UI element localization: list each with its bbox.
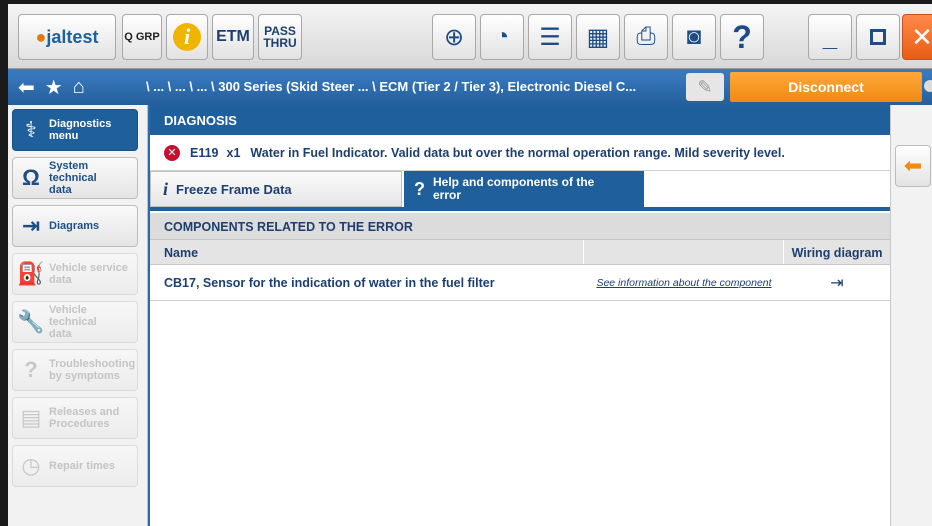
connector-icon: ⇥ [21,213,41,238]
globe-button[interactable]: ⊕ [432,14,476,60]
close-icon: ✕ [911,21,932,52]
sidebar-item-vehicle-technical-data[interactable]: 🔧 Vehicle technical data [12,301,138,343]
column-header-wiring-diagram: Wiring diagram [791,246,883,260]
tools-button[interactable]: ◔ [480,14,524,60]
stopwatch-icon: ◷ [21,453,41,478]
minimize-icon: _ [822,21,838,52]
sidebar-item-diagnostics-menu[interactable]: ⚕ Diagnostics menu [12,109,138,151]
disconnect-button[interactable]: Disconnect [730,72,922,102]
back-arrow-icon: ⬅ [903,153,923,178]
sidebar-item-label: Vehicle technical data [49,304,97,340]
wiring-diagram-icon[interactable]: ⇥ [784,273,890,293]
info-button[interactable]: i [166,14,208,60]
screenshot-button[interactable]: ◙ [672,14,716,60]
main-panel: DIAGNOSIS ✕ E119 x1 Water in Fuel Indica… [150,105,890,526]
component-info-link[interactable]: See information about the component [584,277,784,289]
wrench-icon: 🔧 [17,309,45,334]
sidebar-item-label: System technical data [49,160,97,196]
column-header-info [584,240,784,264]
home-icon[interactable]: ⌂ [73,76,85,99]
calculator-button[interactable]: ▦ [576,14,620,60]
camera-icon: ◙ [686,23,702,50]
error-row: ✕ E119 x1 Water in Fuel Indicator. Valid… [150,135,890,171]
info-icon: i [173,23,201,51]
sidebar-item-vehicle-service-data[interactable]: ⛽ Vehicle service data [12,253,138,295]
edit-icon[interactable]: ✎ [686,73,724,101]
sidebar-item-troubleshooting[interactable]: ? Troubleshooting by symptoms [12,349,138,391]
etm-label: ETM [216,28,250,45]
info-icon: i [163,178,169,199]
minimize-button[interactable]: _ [808,14,852,60]
table-row[interactable]: CB17, Sensor for the indication of water… [150,265,890,301]
error-icon: ✕ [164,144,180,161]
sidebar-item-label: Troubleshooting by symptoms [49,358,136,382]
tab-label: Freeze Frame Data [176,181,292,197]
tab-help-and-components[interactable]: ? Help and components of the error [404,171,644,207]
sidebar-item-releases-procedures[interactable]: ▤ Releases and Procedures [12,397,138,439]
omega-icon: Ω [22,165,40,190]
sidebar-item-label: Diagrams [49,220,100,232]
sidebar-item-label: Vehicle service data [49,262,128,286]
app-window: ● jaltest Q GRP i ETM PASS THRU ⊕ ◔ ☰ ▦ ⎙ … [8,4,932,526]
component-name: CB17, Sensor for the indication of water… [164,275,495,290]
tab-underline [150,207,890,211]
error-code: E119 [190,145,219,160]
group-search-button[interactable]: Q GRP [122,14,162,60]
question-icon: ? [414,178,425,199]
sidebar-item-label: Repair times [49,460,116,472]
tab-label: Help and components of the error [433,175,595,202]
sidebar-item-label: Diagnostics menu [49,118,112,142]
list-icon: ☰ [539,23,561,51]
jaltest-logo-button[interactable]: ● jaltest [18,14,116,60]
error-multiplier: x1 [226,145,241,160]
logo-dot-icon: ● [35,26,47,47]
close-button[interactable]: ✕ [902,14,932,60]
tab-freeze-frame-data[interactable]: i Freeze Frame Data [150,171,402,207]
pass-thru-label: PASS THRU [263,24,297,50]
top-toolbar: ● jaltest Q GRP i ETM PASS THRU ⊕ ◔ ☰ ▦ ⎙ … [8,4,932,69]
sidebar-item-label: Releases and Procedures [49,406,120,430]
calculator-icon: ▦ [586,23,610,51]
tool-icon: ◔ [494,23,510,50]
back-arrow-icon[interactable]: ⬅ [18,75,35,100]
sidebar-item-diagrams[interactable]: ⇥ Diagrams [12,205,138,247]
sidebar: ⚕ Diagnostics menu Ω System technical data… [8,105,148,526]
tab-bar: i Freeze Frame Data ? Help and component… [150,171,890,211]
print-button[interactable]: ⎙ [624,14,668,60]
document-icon: ▤ [20,405,42,430]
printer-icon: ⎙ [636,23,656,50]
right-rail: ⬅ [890,105,932,526]
page-title: DIAGNOSIS [150,105,890,135]
help-button[interactable]: ? [720,14,764,60]
connection-status-icon [924,80,932,92]
question-wrench-icon: ? [24,357,38,382]
maximize-button[interactable] [856,14,900,60]
back-button[interactable]: ⬅ [895,145,931,187]
list-button[interactable]: ☰ [528,14,572,60]
section-title: COMPONENTS RELATED TO THE ERROR [150,213,890,239]
favorites-star-icon[interactable]: ★ [45,75,63,100]
etm-button[interactable]: ETM [212,14,254,60]
sidebar-item-repair-times[interactable]: ◷ Repair times [12,445,138,487]
help-icon: ? [732,18,752,55]
oil-can-icon: ⛽ [17,261,45,286]
logo-text: jaltest [46,26,99,47]
error-description: Water in Fuel Indicator. Valid data but … [250,145,785,160]
column-header-name: Name [150,240,584,264]
stethoscope-icon: ⚕ [25,117,37,142]
pass-thru-button[interactable]: PASS THRU [258,14,302,60]
table-header: Name Wiring diagram [150,239,890,265]
navigation-bar: ⬅ ★ ⌂ \ ... \ ... \ ... \ 300 Series (Sk… [8,69,932,105]
breadcrumb[interactable]: \ ... \ ... \ ... \ 300 Series (Skid Ste… [146,79,636,94]
globe-icon: ⊕ [443,23,465,51]
maximize-icon [870,29,886,45]
sidebar-item-system-technical-data[interactable]: Ω System technical data [12,157,138,199]
group-search-label: Q GRP [124,31,160,43]
